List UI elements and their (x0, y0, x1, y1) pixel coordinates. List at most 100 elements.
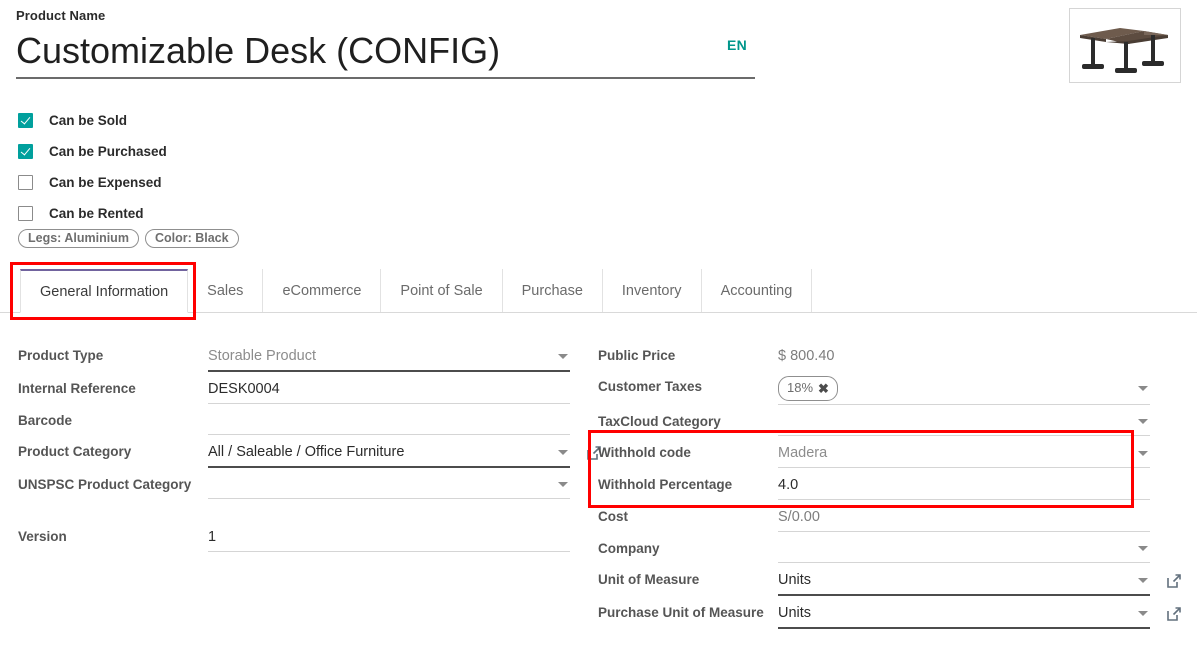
tax-tag-label: 18% (787, 377, 813, 399)
input-withhold-code[interactable]: Madera (778, 442, 1150, 468)
checkbox-label-can-be-rented: Can be Rented (49, 206, 144, 221)
checkbox-label-can-be-purchased: Can be Purchased (49, 144, 167, 159)
field-public-price: Public Price $ 800.40 (598, 340, 1150, 370)
input-unspsc-product-category[interactable] (208, 474, 570, 499)
label-unspsc-product-category: UNSPSC Product Category (18, 469, 208, 495)
input-taxcloud-category[interactable] (778, 411, 1150, 436)
checkbox-can-be-rented[interactable] (18, 206, 33, 221)
input-cost[interactable]: S/0.00 (778, 506, 1150, 532)
chevron-down-icon[interactable] (1138, 419, 1148, 424)
value-public-price: $ 800.40 (778, 345, 1150, 367)
chevron-down-icon[interactable] (558, 354, 568, 359)
field-product-type: Product Type Storable Product (18, 340, 570, 372)
checkbox-row-can-be-rented[interactable]: Can be Rented (18, 198, 167, 229)
input-product-type[interactable]: Storable Product (208, 345, 570, 372)
language-badge[interactable]: EN (727, 37, 747, 53)
form-column-left: Product Type Storable Product Internal R… (18, 340, 570, 553)
form-column-right: Public Price $ 800.40 Customer Taxes 18%… (598, 340, 1150, 630)
value-withhold-percentage: 4.0 (778, 474, 1150, 496)
tab-purchase[interactable]: Purchase (503, 269, 603, 312)
value-product-category: All / Saleable / Office Furniture (208, 441, 552, 463)
label-purchase-unit-of-measure: Purchase Unit of Measure (598, 597, 778, 623)
field-version: Version 1 (18, 521, 570, 552)
checkbox-label-can-be-sold: Can be Sold (49, 113, 127, 128)
value-product-type: Storable Product (208, 345, 552, 367)
page-title[interactable]: Customizable Desk (CONFIG) (16, 27, 758, 75)
label-internal-reference: Internal Reference (18, 373, 208, 399)
field-purchase-unit-of-measure: Purchase Unit of Measure Units (598, 597, 1150, 629)
checkbox-label-can-be-expensed: Can be Expensed (49, 175, 162, 190)
tab-accounting[interactable]: Accounting (702, 269, 813, 312)
title-underline (16, 77, 755, 79)
checkbox-row-can-be-sold[interactable]: Can be Sold (18, 105, 167, 136)
field-unspsc-product-category: UNSPSC Product Category (18, 469, 570, 499)
label-company: Company (598, 533, 778, 559)
tab-point-of-sale[interactable]: Point of Sale (381, 269, 502, 312)
input-internal-reference[interactable]: DESK0004 (208, 378, 570, 404)
field-withhold-percentage: Withhold Percentage 4.0 (598, 469, 1150, 500)
chevron-down-icon[interactable] (558, 482, 568, 487)
attribute-tag-legs[interactable]: Legs: Aluminium (18, 229, 139, 248)
label-unit-of-measure: Unit of Measure (598, 564, 778, 590)
label-cost: Cost (598, 501, 778, 527)
tab-inventory[interactable]: Inventory (603, 269, 702, 312)
chevron-down-icon[interactable] (1138, 546, 1148, 551)
external-link-icon-unit-of-measure[interactable] (1166, 573, 1182, 589)
label-customer-taxes: Customer Taxes (598, 371, 778, 397)
tab-bar: General Information Sales eCommerce Poin… (0, 269, 1197, 313)
input-purchase-unit-of-measure[interactable]: Units (778, 602, 1150, 629)
value-cost: S/0.00 (778, 506, 1150, 528)
tab-sales[interactable]: Sales (188, 269, 263, 312)
label-withhold-code: Withhold code (598, 437, 778, 463)
product-flags-group: Can be Sold Can be Purchased Can be Expe… (18, 105, 167, 229)
field-customer-taxes: Customer Taxes 18% ✖ (598, 371, 1150, 405)
product-image[interactable] (1069, 8, 1181, 83)
field-company: Company (598, 533, 1150, 563)
input-public-price[interactable]: $ 800.40 (778, 345, 1150, 370)
tax-tag-18[interactable]: 18% ✖ (778, 376, 838, 401)
field-withhold-code: Withhold code Madera (598, 437, 1150, 468)
close-icon[interactable]: ✖ (818, 382, 829, 395)
input-withhold-percentage[interactable]: 4.0 (778, 474, 1150, 500)
input-company[interactable] (778, 538, 1150, 563)
input-version[interactable]: 1 (208, 526, 570, 552)
checkbox-row-can-be-expensed[interactable]: Can be Expensed (18, 167, 167, 198)
value-internal-reference: DESK0004 (208, 378, 570, 400)
field-cost: Cost S/0.00 (598, 501, 1150, 532)
label-version: Version (18, 521, 208, 547)
field-product-category: Product Category All / Saleable / Office… (18, 436, 570, 468)
input-product-category[interactable]: All / Saleable / Office Furniture (208, 441, 570, 468)
chevron-down-icon[interactable] (1138, 451, 1148, 456)
checkbox-can-be-expensed[interactable] (18, 175, 33, 190)
chevron-down-icon[interactable] (1138, 386, 1148, 391)
checkbox-can-be-sold[interactable] (18, 113, 33, 128)
product-header: Product Name Customizable Desk (CONFIG) (16, 8, 758, 79)
checkbox-can-be-purchased[interactable] (18, 144, 33, 159)
checkbox-row-can-be-purchased[interactable]: Can be Purchased (18, 136, 167, 167)
label-withhold-percentage: Withhold Percentage (598, 469, 778, 495)
input-barcode[interactable] (208, 410, 570, 435)
field-barcode: Barcode (18, 405, 570, 435)
tab-ecommerce[interactable]: eCommerce (263, 269, 381, 312)
label-public-price: Public Price (598, 340, 778, 366)
label-taxcloud-category: TaxCloud Category (598, 406, 778, 432)
attribute-tag-color[interactable]: Color: Black (145, 229, 239, 248)
chevron-down-icon[interactable] (1138, 611, 1148, 616)
value-purchase-unit-of-measure: Units (778, 602, 1132, 624)
field-unit-of-measure: Unit of Measure Units (598, 564, 1150, 596)
field-taxcloud-category: TaxCloud Category (598, 406, 1150, 436)
chevron-down-icon[interactable] (558, 450, 568, 455)
value-withhold-code: Madera (778, 442, 1132, 464)
product-name-caption: Product Name (16, 8, 758, 23)
label-product-type: Product Type (18, 340, 208, 366)
external-link-icon-purchase-unit-of-measure[interactable] (1166, 606, 1182, 622)
tab-general-information[interactable]: General Information (20, 269, 188, 313)
value-unit-of-measure: Units (778, 569, 1132, 591)
input-customer-taxes[interactable]: 18% ✖ (778, 376, 1150, 405)
attribute-tags: Legs: Aluminium Color: Black (18, 229, 239, 248)
value-version: 1 (208, 526, 570, 548)
chevron-down-icon[interactable] (1138, 578, 1148, 583)
label-product-category: Product Category (18, 436, 208, 462)
input-unit-of-measure[interactable]: Units (778, 569, 1150, 596)
field-internal-reference: Internal Reference DESK0004 (18, 373, 570, 404)
